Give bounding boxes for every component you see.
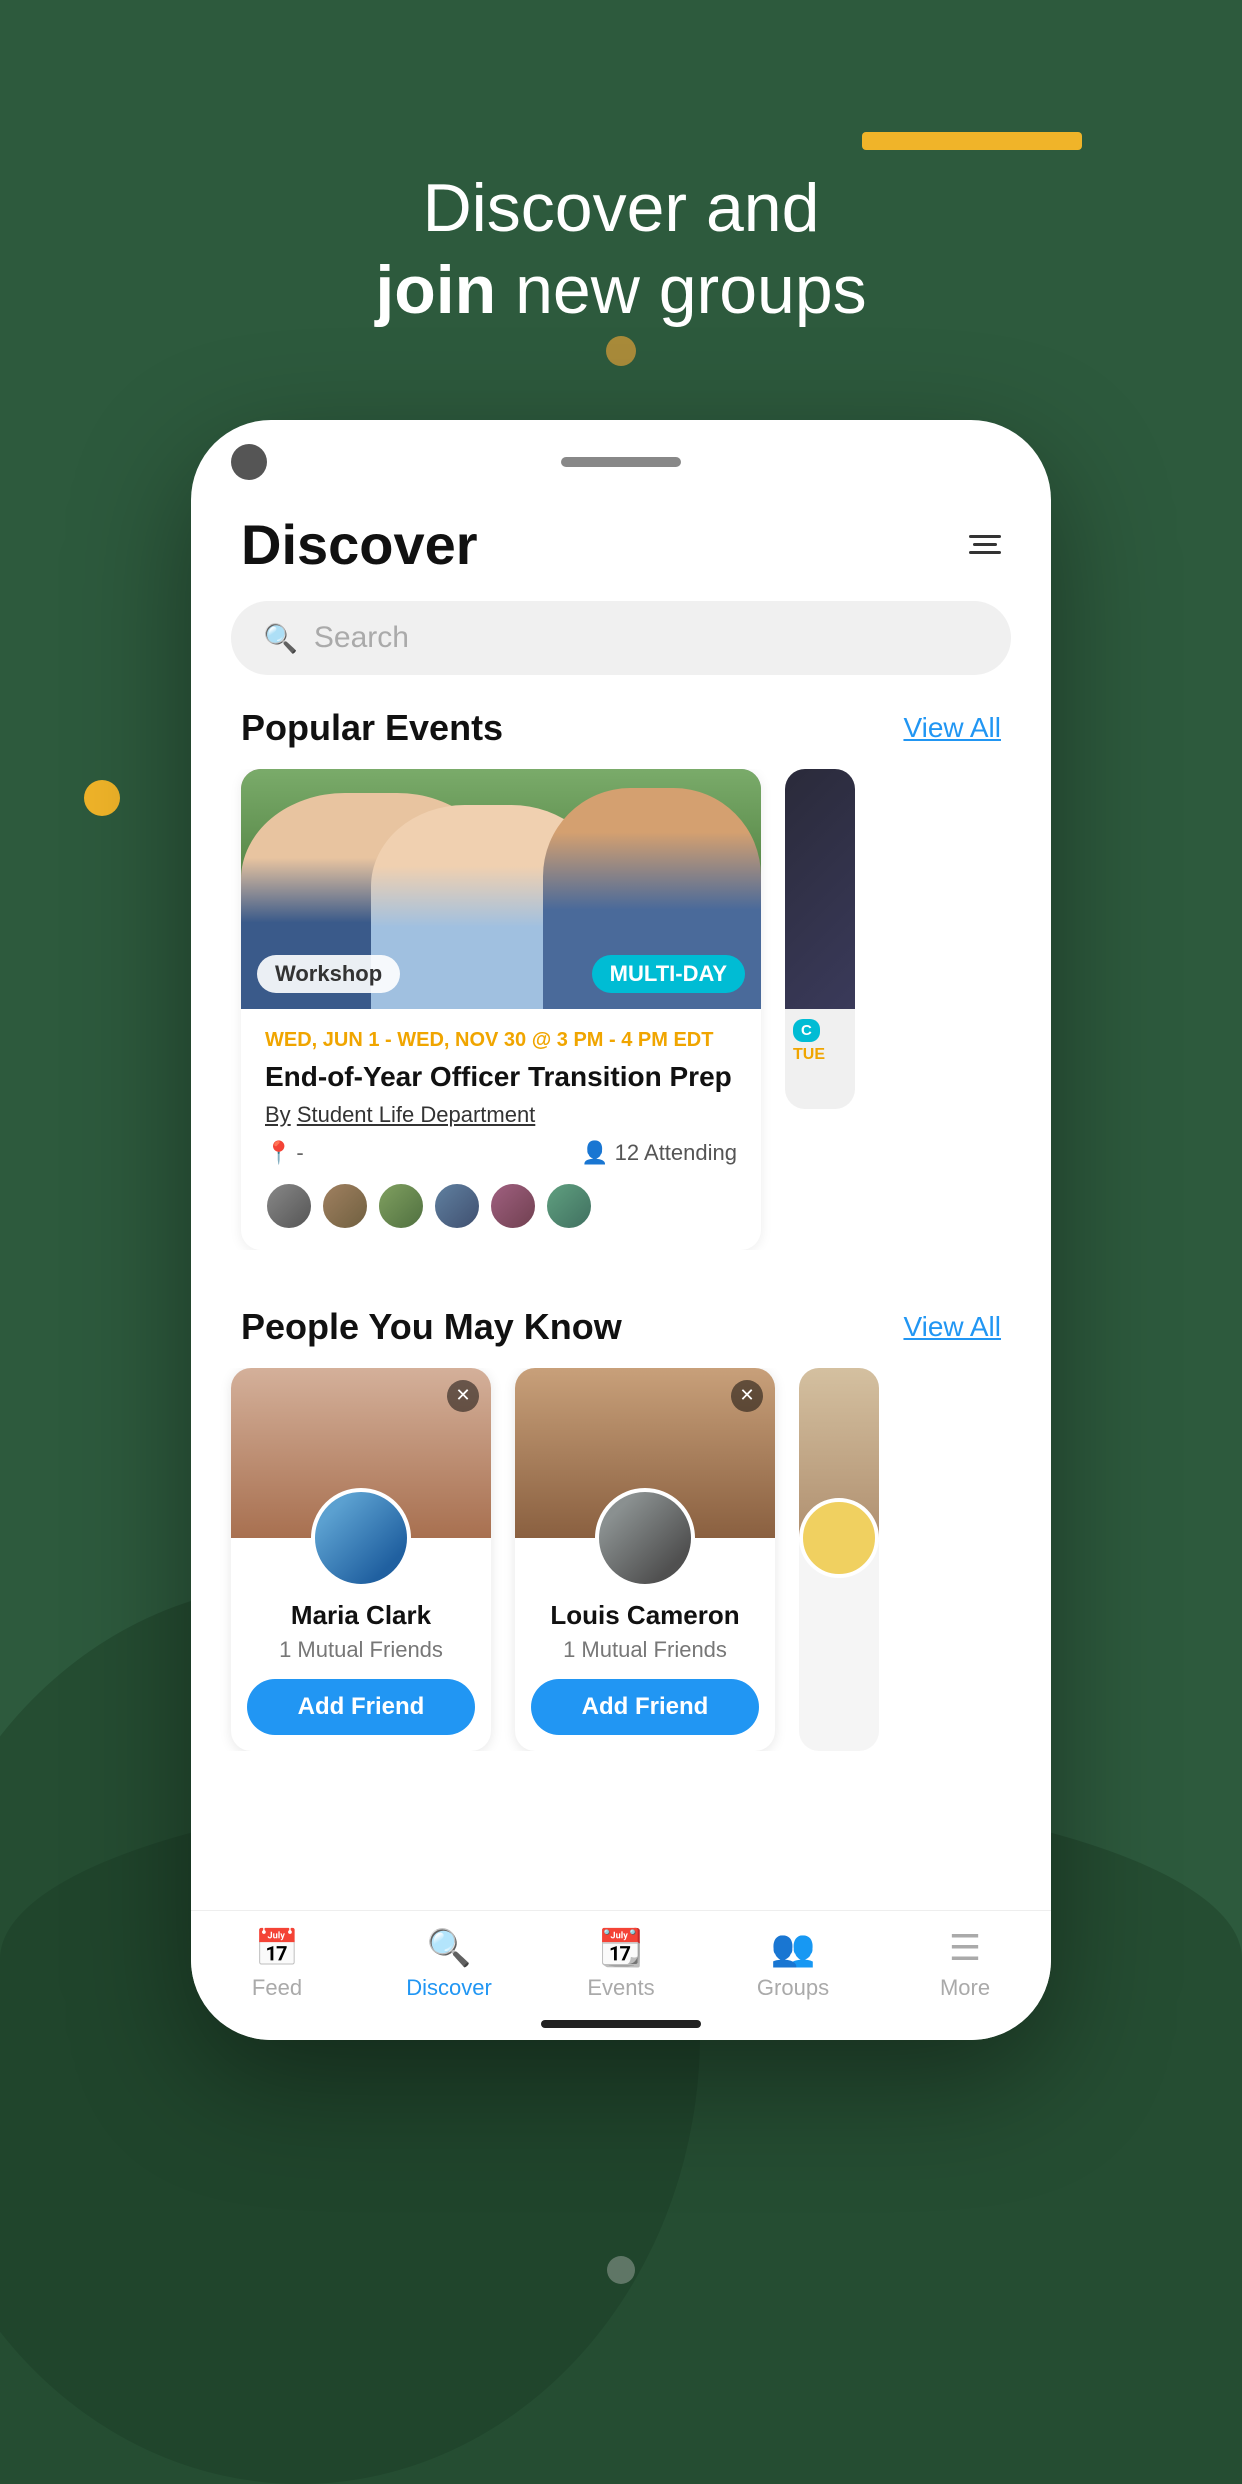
attendee-avatars (265, 1182, 737, 1230)
events-icon: 📆 (599, 1927, 644, 1969)
event-location: 📍 - (265, 1140, 304, 1166)
accent-bar (862, 132, 1082, 150)
nav-item-more[interactable]: ☰ More (879, 1927, 1051, 2001)
filter-line-1 (969, 535, 1001, 538)
event-badge-workshop: Workshop (257, 955, 400, 993)
event-organizer[interactable]: Student Life Department (297, 1102, 535, 1127)
nav-label-events: Events (587, 1975, 654, 2001)
hero-bold: join (375, 252, 496, 328)
nav-item-feed[interactable]: 📅 Feed (191, 1927, 363, 2001)
peek-badge: C (793, 1019, 820, 1042)
attendee-avatar-4 (433, 1182, 481, 1230)
search-placeholder: Search (314, 621, 409, 655)
nav-label-discover: Discover (406, 1975, 492, 2001)
attendee-avatar-3 (377, 1182, 425, 1230)
event-name: End-of-Year Officer Transition Prep (265, 1060, 737, 1094)
event-date: WED, JUN 1 - WED, NOV 30 @ 3 PM - 4 PM E… (265, 1029, 737, 1052)
filter-line-3 (969, 551, 1001, 554)
filter-button[interactable] (969, 535, 1001, 554)
event-meta: 📍 - 👤 12 Attending (265, 1140, 737, 1166)
people-title: People You May Know (241, 1306, 622, 1348)
add-friend-maria[interactable]: Add Friend (247, 1679, 475, 1735)
event-by: By Student Life Department (265, 1102, 737, 1128)
phone-notch (191, 420, 1051, 480)
popular-events-header: Popular Events View All (191, 707, 1051, 749)
event-image: Workshop MULTI-DAY (241, 769, 761, 1009)
nav-label-more: More (940, 1975, 990, 2001)
event-attending: 👤 12 Attending (581, 1140, 737, 1166)
app-content: Discover 🔍 Search Popular Events View Al… (191, 480, 1051, 2020)
person-card-third-partial (799, 1368, 879, 1751)
person-avatar-wrap-maria (231, 1488, 491, 1588)
attendee-avatar-6 (545, 1182, 593, 1230)
event-card-peek: C TUE (785, 769, 855, 1109)
popular-events-title: Popular Events (241, 707, 503, 749)
people-scroll: ✕ Maria Clark 1 Mutual Friends Add Frien… (191, 1368, 1051, 1751)
person-mutual-maria: 1 Mutual Friends (247, 1637, 475, 1663)
avatar-maria (311, 1488, 411, 1588)
dot-left (84, 780, 120, 816)
people-view-all[interactable]: View All (903, 1311, 1001, 1343)
people-header: People You May Know View All (191, 1306, 1051, 1348)
app-header: Discover (191, 480, 1051, 601)
phone-speaker (561, 457, 681, 467)
filter-line-2 (973, 543, 997, 546)
person-card-louis: ✕ Louis Cameron 1 Mutual Friends Add Fri… (515, 1368, 775, 1751)
add-friend-louis[interactable]: Add Friend (531, 1679, 759, 1735)
hero-line2: join new groups (0, 250, 1242, 332)
people-section: People You May Know View All ✕ Maria Cla… (191, 1290, 1051, 1751)
nav-item-groups[interactable]: 👥 Groups (707, 1927, 879, 2001)
groups-icon: 👥 (771, 1927, 816, 1969)
discover-icon: 🔍 (427, 1927, 472, 1969)
event-by-label: By (265, 1102, 291, 1127)
page-title: Discover (241, 512, 478, 577)
attendee-avatar-2 (321, 1182, 369, 1230)
hero-section: Discover and join new groups (0, 168, 1242, 331)
person-card-maria: ✕ Maria Clark 1 Mutual Friends Add Frien… (231, 1368, 491, 1751)
peek-date: TUE (793, 1046, 847, 1064)
avatar-third-partial (799, 1498, 879, 1578)
attendee-avatar-5 (489, 1182, 537, 1230)
nav-item-events[interactable]: 📆 Events (535, 1927, 707, 2001)
hero-line1: Discover and (0, 168, 1242, 250)
hero-rest: new groups (496, 252, 866, 328)
peek-info: C TUE (785, 1009, 855, 1074)
more-icon: ☰ (949, 1927, 981, 1969)
person-mutual-louis: 1 Mutual Friends (531, 1637, 759, 1663)
home-indicator (541, 2020, 701, 2028)
popular-events-view-all[interactable]: View All (903, 712, 1001, 744)
avatar-louis (595, 1488, 695, 1588)
search-bar[interactable]: 🔍 Search (231, 601, 1011, 675)
nav-label-feed: Feed (252, 1975, 302, 2001)
phone-mockup: Discover 🔍 Search Popular Events View Al… (191, 420, 1051, 2040)
phone-camera (231, 444, 267, 480)
person-info-louis: Louis Cameron 1 Mutual Friends Add Frien… (515, 1588, 775, 1751)
feed-icon: 📅 (255, 1927, 300, 1969)
event-card[interactable]: Workshop MULTI-DAY WED, JUN 1 - WED, NOV… (241, 769, 761, 1250)
person-info-maria: Maria Clark 1 Mutual Friends Add Friend (231, 1588, 491, 1751)
peek-top (785, 769, 855, 1009)
event-badge-multiday: MULTI-DAY (592, 955, 745, 993)
events-scroll: Workshop MULTI-DAY WED, JUN 1 - WED, NOV… (191, 769, 1051, 1250)
person-name-louis: Louis Cameron (531, 1600, 759, 1631)
search-icon: 🔍 (263, 622, 298, 655)
event-info: WED, JUN 1 - WED, NOV 30 @ 3 PM - 4 PM E… (241, 1009, 761, 1250)
attendee-avatar-1 (265, 1182, 313, 1230)
person-close-maria[interactable]: ✕ (447, 1380, 479, 1412)
person-close-louis[interactable]: ✕ (731, 1380, 763, 1412)
nav-label-groups: Groups (757, 1975, 829, 2001)
person-avatar-wrap-louis (515, 1488, 775, 1588)
person-name-maria: Maria Clark (247, 1600, 475, 1631)
dot-top (606, 336, 636, 366)
nav-item-discover[interactable]: 🔍 Discover (363, 1927, 535, 2001)
